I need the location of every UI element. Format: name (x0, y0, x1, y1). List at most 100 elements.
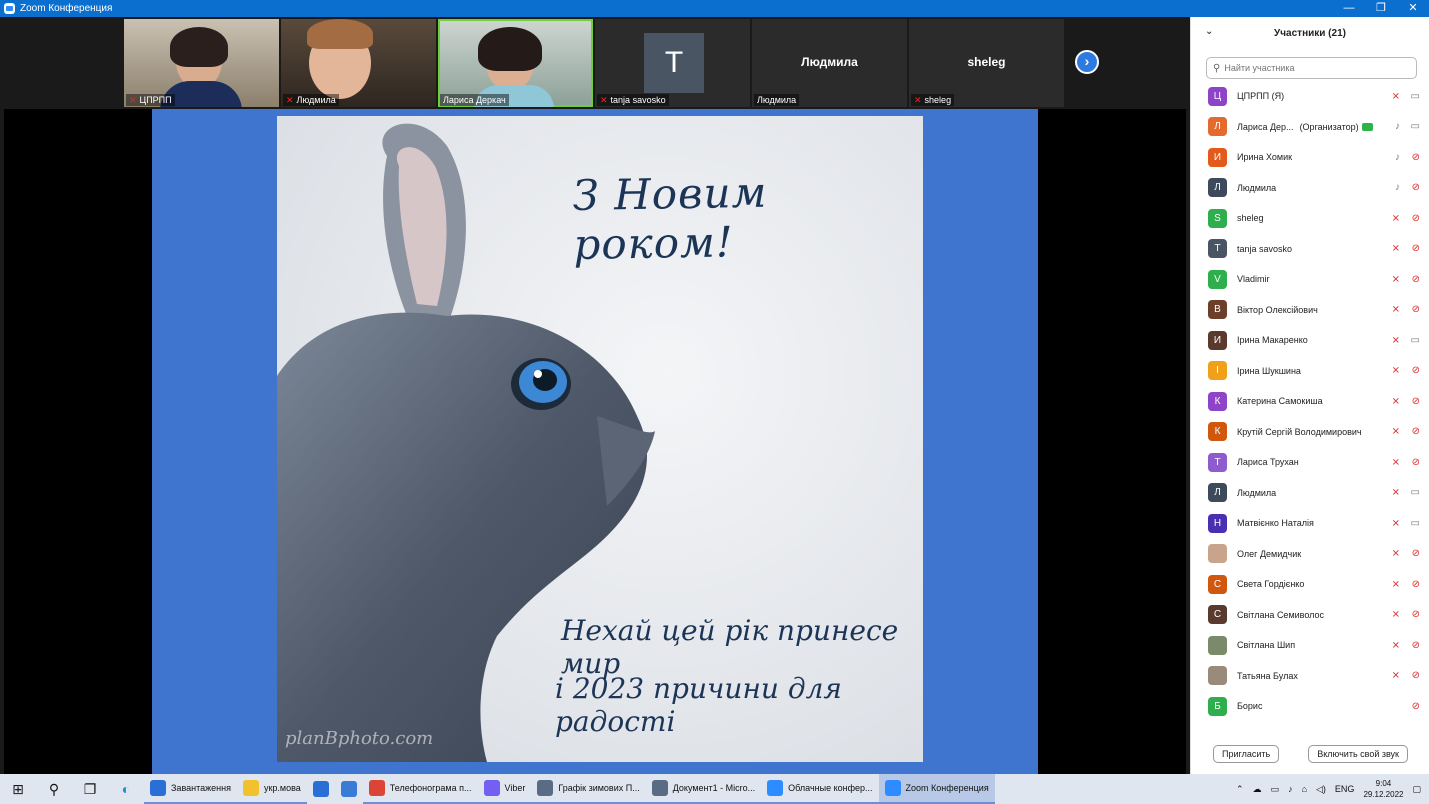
participant-row[interactable]: І Ірина Шукшина ⨯ ⊘ (1191, 356, 1429, 387)
network-icon[interactable]: ⌂ (1302, 784, 1307, 794)
video-tile[interactable]: T ✕ tanja savosko (595, 19, 750, 107)
unmute-self-button[interactable]: Включить свой звук (1308, 745, 1408, 763)
participant-row[interactable]: Світлана Шип ⨯ ⊘ (1191, 630, 1429, 661)
mic-muted-icon[interactable]: ⨯ (1392, 579, 1400, 590)
taskbar-app[interactable]: Облачные конфер... (761, 774, 879, 804)
taskbar-app[interactable] (335, 774, 363, 804)
camera-off-icon[interactable]: ⊘ (1412, 243, 1420, 254)
camera-icon[interactable]: ▭ (1411, 487, 1420, 498)
camera-icon[interactable]: ▭ (1411, 335, 1420, 346)
video-tile[interactable]: sheleg ✕ sheleg (909, 19, 1064, 107)
camera-off-icon[interactable]: ⊘ (1412, 365, 1420, 376)
camera-off-icon[interactable]: ⊘ (1412, 609, 1420, 620)
video-tile-active-speaker[interactable]: Лариса Деркач (438, 19, 593, 107)
participant-row[interactable]: С Света Гордієнко ⨯ ⊘ (1191, 569, 1429, 600)
maximize-button[interactable]: ❐ (1365, 0, 1397, 17)
camera-off-icon[interactable]: ⊘ (1412, 152, 1420, 163)
participant-row[interactable]: V Vladimir ⨯ ⊘ (1191, 264, 1429, 295)
camera-off-icon[interactable]: ⊘ (1412, 396, 1420, 407)
camera-icon[interactable]: ▭ (1411, 121, 1420, 132)
camera-off-icon[interactable]: ⊘ (1412, 640, 1420, 651)
participant-row[interactable]: Ttanja savosko ⨯ ⊘ (1191, 234, 1429, 265)
participant-row[interactable]: Ц ЦПРПП (Я) ⨯ ▭ (1191, 81, 1429, 112)
camera-off-icon[interactable]: ⊘ (1412, 426, 1420, 437)
taskbar-app[interactable]: Zoom Конференция (878, 774, 995, 804)
participant-row[interactable]: С Світлана Семиволос ⨯ ⊘ (1191, 600, 1429, 631)
taskbar-app[interactable]: Графік зимових П... (531, 774, 646, 804)
volume-icon[interactable]: ◁) (1316, 784, 1326, 795)
participant-row[interactable]: Л Людмила ⨯ ▭ (1191, 478, 1429, 509)
camera-off-icon[interactable]: ⊘ (1412, 548, 1420, 559)
camera-off-icon[interactable]: ⊘ (1412, 457, 1420, 468)
camera-icon[interactable]: ▭ (1411, 91, 1420, 102)
mic-muted-icon[interactable]: ⨯ (1392, 670, 1400, 681)
participant-row[interactable]: Т Лариса Трухан ⨯ ⊘ (1191, 447, 1429, 478)
camera-off-icon[interactable]: ⊘ (1412, 579, 1420, 590)
participant-row[interactable]: И Ирина Хомик ♪ ⊘ (1191, 142, 1429, 173)
battery-icon[interactable]: ▭ (1271, 784, 1280, 795)
participant-row[interactable]: Олег Демидчик ⨯ ⊘ (1191, 539, 1429, 570)
mic-icon[interactable]: ♪ (1395, 182, 1400, 193)
participant-row[interactable]: Л Людмила ♪ ⊘ (1191, 173, 1429, 204)
mic-muted-icon[interactable]: ⨯ (1392, 213, 1400, 224)
participant-row[interactable]: К Крутій Сергій Володимирович ⨯ ⊘ (1191, 417, 1429, 448)
mic-muted-icon[interactable]: ⨯ (1392, 640, 1400, 651)
taskbar-app[interactable]: Документ1 - Micro... (645, 774, 762, 804)
tray-chevron-icon[interactable]: ⌃ (1236, 784, 1244, 795)
mic-muted-icon[interactable]: ⨯ (1392, 518, 1400, 529)
notifications-icon[interactable]: ▢ (1412, 784, 1421, 795)
next-page-arrow-icon[interactable]: › (1075, 50, 1099, 74)
mic-muted-icon[interactable]: ⨯ (1392, 304, 1400, 315)
taskbar-app[interactable]: Телефонограма п... (362, 774, 478, 804)
mic-muted-icon[interactable]: ⨯ (1392, 274, 1400, 285)
mic-muted-icon[interactable]: ⨯ (1392, 243, 1400, 254)
taskbar-app[interactable]: укр.мова (236, 774, 307, 804)
mic-muted-icon[interactable]: ⨯ (1392, 609, 1400, 620)
participant-row[interactable]: В Віктор Олексійович ⨯ ⊘ (1191, 295, 1429, 326)
clock[interactable]: 9:04 29.12.2022 (1363, 778, 1403, 800)
participant-search[interactable]: ⚲ (1206, 57, 1417, 79)
language-indicator[interactable]: ENG (1335, 784, 1355, 794)
taskbar-app[interactable] (307, 774, 335, 804)
camera-icon[interactable]: ▭ (1411, 518, 1420, 529)
mic-muted-icon[interactable]: ⨯ (1392, 548, 1400, 559)
video-tile[interactable]: Людмила Людмила (752, 19, 907, 107)
taskbar-app[interactable]: Viber (477, 774, 532, 804)
task-view-icon[interactable]: ❐ (72, 774, 108, 804)
participant-row[interactable]: К Катерина Самокиша ⨯ ⊘ (1191, 386, 1429, 417)
invite-button[interactable]: Пригласить (1213, 745, 1280, 763)
participant-row[interactable]: Ssheleg ⨯ ⊘ (1191, 203, 1429, 234)
camera-off-icon[interactable]: ⊘ (1412, 304, 1420, 315)
mic-muted-icon[interactable]: ⨯ (1392, 487, 1400, 498)
mic-muted-icon[interactable]: ⨯ (1392, 365, 1400, 376)
camera-off-icon[interactable]: ⊘ (1412, 670, 1420, 681)
participant-row[interactable]: Татьяна Булах ⨯ ⊘ (1191, 661, 1429, 692)
mic-muted-icon[interactable]: ⨯ (1392, 396, 1400, 407)
mic-muted-icon[interactable]: ⨯ (1392, 426, 1400, 437)
mic-muted-icon[interactable]: ⨯ (1392, 457, 1400, 468)
start-windows-icon[interactable]: ⊞ (0, 774, 36, 804)
search-input[interactable] (1224, 63, 1405, 73)
microphone-icon[interactable]: ♪ (1288, 784, 1293, 794)
participant-row[interactable]: Н Матвієнко Наталія ⨯ ▭ (1191, 508, 1429, 539)
collapse-chevron-icon[interactable]: ⌄ (1205, 26, 1213, 37)
mic-muted-icon[interactable]: ⨯ (1392, 91, 1400, 102)
search-icon[interactable]: ⚲ (36, 774, 72, 804)
camera-off-icon[interactable]: ⊘ (1412, 182, 1420, 193)
taskbar-app[interactable]: Завантаження (144, 774, 237, 804)
close-button[interactable]: ✕ (1397, 0, 1429, 17)
video-tile[interactable]: ✕ Людмила (281, 19, 436, 107)
video-tile[interactable]: ✕ ЦПРПП (124, 19, 279, 107)
participant-row[interactable]: Б Борис ⊘ (1191, 691, 1429, 722)
camera-off-icon[interactable]: ⊘ (1412, 701, 1420, 712)
camera-off-icon[interactable]: ⊘ (1412, 213, 1420, 224)
mic-muted-icon[interactable]: ⨯ (1392, 335, 1400, 346)
edge-browser-icon[interactable]: ◐ (108, 774, 144, 804)
mic-icon[interactable]: ♪ (1395, 152, 1400, 163)
onedrive-icon[interactable]: ☁ (1253, 784, 1262, 795)
camera-off-icon[interactable]: ⊘ (1412, 274, 1420, 285)
participant-row[interactable]: Л Лариса Дер... (Организатор) ♪ ▭ (1191, 112, 1429, 143)
minimize-button[interactable]: — (1333, 0, 1365, 17)
mic-icon[interactable]: ♪ (1395, 121, 1400, 132)
participant-row[interactable]: И Ірина Макаренко ⨯ ▭ (1191, 325, 1429, 356)
